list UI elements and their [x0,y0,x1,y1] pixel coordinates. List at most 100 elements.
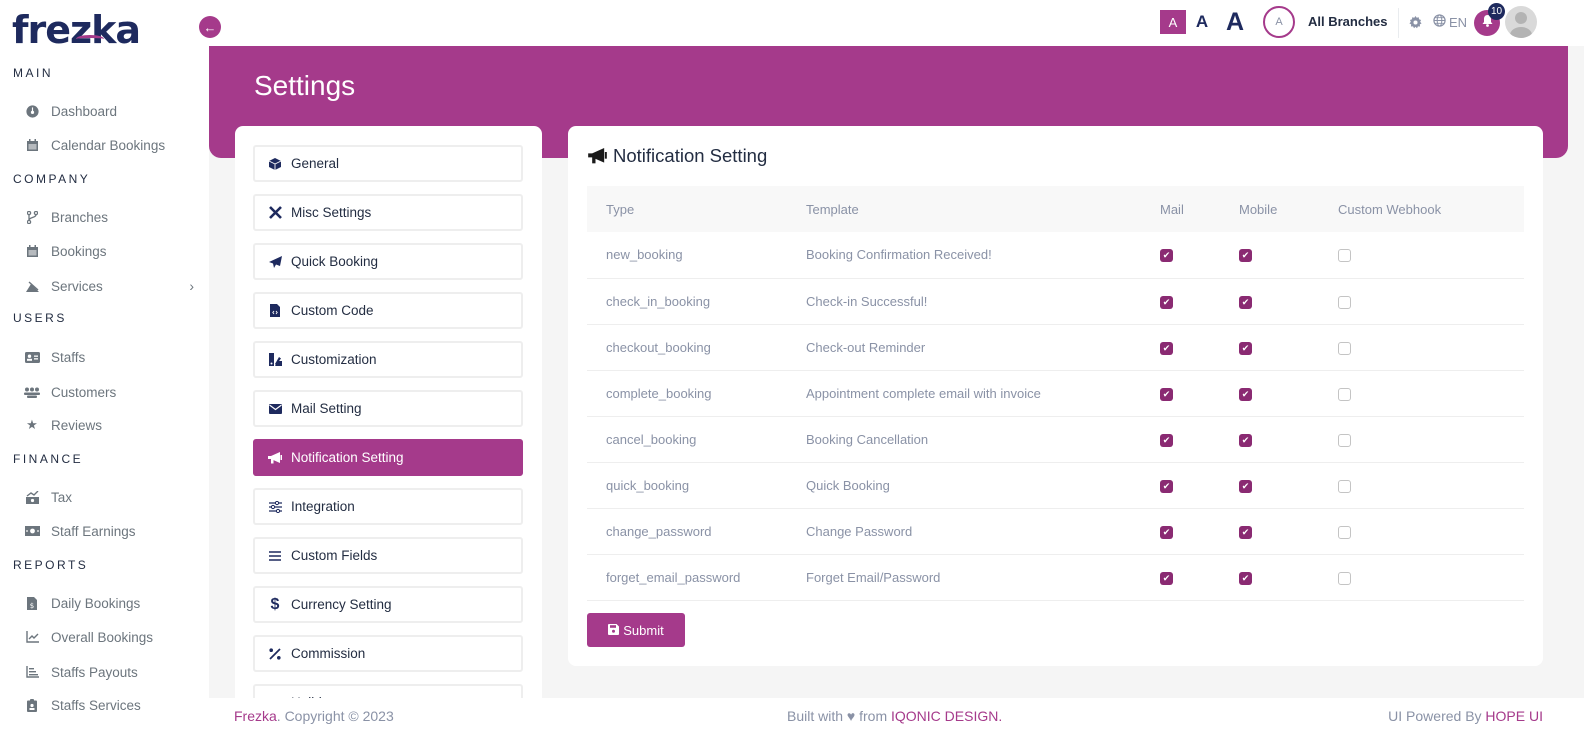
section-title-main: MAIN [13,66,53,80]
chart-line-icon [24,629,40,645]
sidebar-item-tax[interactable]: Tax [24,485,194,509]
user-avatar[interactable] [1505,6,1537,38]
cell-template: Booking Confirmation Received! [806,247,992,263]
sidebar-item-label: Bookings [51,243,107,259]
mail-checkbox[interactable]: ✔ [1160,433,1173,447]
sidebar-item-staffs-payouts[interactable]: Staffs Payouts [24,660,194,684]
footer-copyright: Frezka. Copyright © 2023 [234,708,394,724]
sidebar-item-staffs[interactable]: Staffs [24,345,194,369]
mail-checkbox[interactable]: ✔ [1160,525,1173,539]
cell-webhook [1338,554,1524,600]
menu-item-label: Notification Setting [291,450,404,465]
swatchbook-icon [268,353,282,367]
submit-button[interactable]: Submit [587,613,685,647]
mobile-checkbox[interactable]: ✔ [1239,571,1252,585]
language-selector[interactable]: EN [1433,14,1467,30]
sidebar-item-label: Overall Bookings [51,629,154,645]
mobile-checkbox[interactable]: ✔ [1239,387,1252,401]
settings-menu-commission[interactable]: Commission [253,635,523,672]
webhook-checkbox[interactable] [1338,295,1351,309]
envelope-icon [268,402,282,416]
scissors-service-icon [24,278,40,294]
cell-template: Check-out Reminder [806,339,926,355]
mail-checkbox[interactable]: ✔ [1160,571,1173,585]
webhook-checkbox[interactable] [1338,571,1351,585]
mobile-checkbox[interactable]: ✔ [1239,295,1252,309]
cell-template: Booking Cancellation [806,431,929,447]
language-code: EN [1449,14,1468,30]
code-branch-icon [24,209,40,225]
id-card-icon [24,349,40,365]
webhook-checkbox[interactable] [1338,249,1351,263]
mail-checkbox[interactable]: ✔ [1160,387,1173,401]
sidebar-item-overall-bookings[interactable]: Overall Bookings [24,625,194,649]
settings-menu-general[interactable]: General [253,145,523,182]
mobile-checkbox[interactable]: ✔ [1239,525,1252,539]
cell-webhook [1338,416,1524,462]
table-row: checkout_booking Check-out Reminder ✔ ✔ [587,324,1524,370]
settings-menu-currency-setting[interactable]: $ Currency Setting [253,586,523,623]
branch-avatar[interactable]: A [1263,6,1295,38]
footer-brand-link[interactable]: Frezka [234,708,277,724]
webhook-checkbox[interactable] [1338,341,1351,355]
clipboard-user-icon [24,697,40,713]
sidebar-item-staff-earnings[interactable]: Staff Earnings [24,519,194,543]
sidebar-item-reviews[interactable]: ★ Reviews [24,413,194,437]
dashboard-gauge-icon [24,103,40,119]
settings-menu-mail-setting[interactable]: Mail Setting [253,390,523,427]
sidebar-item-customers[interactable]: Customers [24,380,194,404]
font-size-small-button[interactable]: A [1160,10,1186,34]
sidebar-item-branches[interactable]: Branches [24,205,194,229]
menu-item-label: General [291,156,340,171]
mobile-checkbox[interactable]: ✔ [1239,479,1252,493]
mail-checkbox[interactable]: ✔ [1160,341,1173,355]
card-title: Notification Setting [588,145,767,167]
settings-menu-quick-booking[interactable]: Quick Booking [253,243,523,280]
notification-count-badge: 10 [1488,3,1505,20]
webhook-checkbox[interactable] [1338,387,1351,401]
sidebar-item-daily-bookings[interactable]: $ Daily Bookings [24,591,194,615]
font-size-large-button[interactable]: A [1222,6,1248,38]
cell-type: quick_booking [606,477,690,493]
arrow-left-icon: ← [203,19,217,35]
sidebar-item-calendar-bookings[interactable]: Calendar Bookings [24,133,194,157]
mobile-checkbox[interactable]: ✔ [1239,249,1252,263]
cell-mail: ✔ [1160,278,1239,324]
mail-checkbox[interactable]: ✔ [1160,479,1173,493]
chevron-right-icon[interactable]: › [189,278,194,294]
cell-type: check_in_booking [606,293,711,309]
font-size-medium-button[interactable]: A [1192,10,1212,34]
hope-ui-link[interactable]: HOPE UI [1485,708,1543,724]
settings-menu-notification-setting[interactable]: Notification Setting [253,439,523,476]
sidebar-item-label: Dashboard [51,103,118,119]
table-row: change_password Change Password ✔ ✔ [587,508,1524,554]
webhook-checkbox[interactable] [1338,479,1351,493]
frezka-logo[interactable]: frezka [12,8,141,52]
webhook-checkbox[interactable] [1338,525,1351,539]
notification-setting-card: Notification Setting Type Template Mail … [568,126,1543,666]
sidebar-toggle-button[interactable]: ← [199,16,221,38]
cell-mobile: ✔ [1239,508,1338,554]
mobile-checkbox[interactable]: ✔ [1239,341,1252,355]
sidebar-item-bookings[interactable]: Bookings [24,239,194,263]
mail-checkbox[interactable]: ✔ [1160,295,1173,309]
branch-selector[interactable]: All Branches [1308,14,1387,29]
mobile-checkbox[interactable]: ✔ [1239,433,1252,447]
settings-menu-misc-settings[interactable]: Misc Settings [253,194,523,231]
mail-checkbox[interactable]: ✔ [1160,249,1173,263]
section-title-company: COMPANY [13,172,91,186]
powered-by-text: UI Powered By [1388,708,1486,724]
settings-gear-icon[interactable] [1407,14,1423,30]
cell-template: Change Password [806,523,913,539]
sidebar-item-services[interactable]: Services › [24,274,194,298]
settings-menu-custom-fields[interactable]: Custom Fields [253,537,523,574]
settings-menu-custom-code[interactable]: Custom Code [253,292,523,329]
sidebar-item-staffs-services[interactable]: Staffs Services [24,693,194,717]
iqonic-design-link[interactable]: IQONIC DESIGN. [891,708,1002,724]
settings-menu-customization[interactable]: Customization [253,341,523,378]
webhook-checkbox[interactable] [1338,433,1351,447]
sidebar-item-dashboard[interactable]: Dashboard [24,99,194,123]
settings-menu-integration[interactable]: Integration [253,488,523,525]
bullhorn-icon [588,146,608,166]
settings-menu-holidays[interactable]: Holidays [253,684,523,698]
